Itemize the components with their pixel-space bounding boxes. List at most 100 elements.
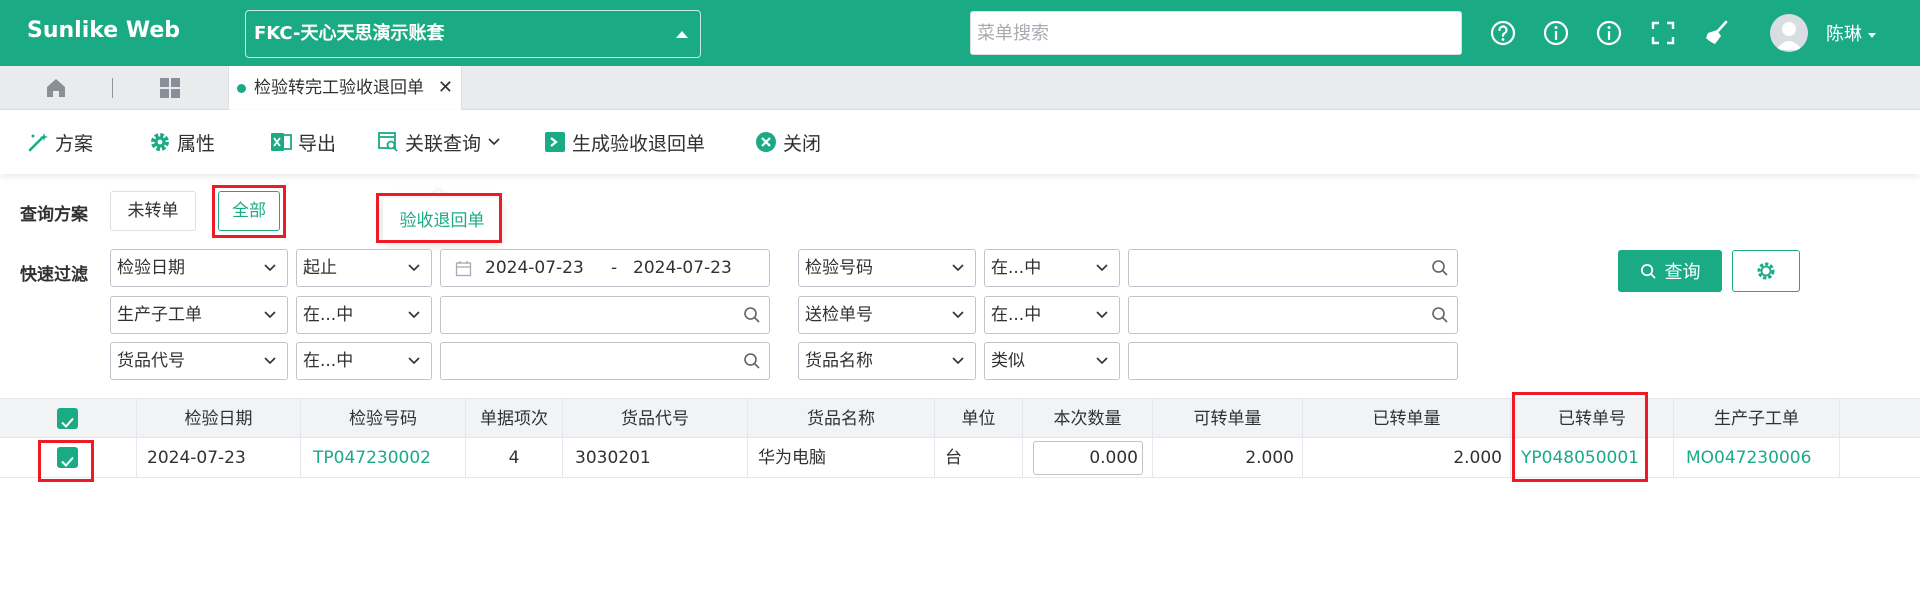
broom-icon[interactable] [1700,16,1734,50]
filter-value-input[interactable] [1128,296,1458,334]
search-icon[interactable] [1431,306,1449,324]
account-select-value: FKC-天心天思演示账套 [254,23,445,44]
column-header[interactable]: 单位 [935,399,1023,437]
window-search-icon [378,132,398,152]
filter-value-input[interactable] [440,342,770,380]
plan-button[interactable]: 方案 [27,129,93,155]
filter-field-select[interactable]: 生产子工单 [110,296,288,334]
magic-wand-icon [28,133,48,152]
column-header[interactable]: 检验日期 [137,399,301,437]
toolbar: 方案 属性 导出 关联查询 生成验收退回单 关闭 [0,110,1920,174]
column-header[interactable]: 检验号码 [301,399,466,437]
help-circle-icon[interactable] [1486,16,1520,50]
column-header[interactable]: 可转单量 [1153,399,1303,437]
related-query-button[interactable]: 关联查询 [377,129,501,155]
filter-field-select[interactable]: 货品名称 [798,342,976,380]
settings-button[interactable] [1732,250,1800,292]
tab-inspection-transfer[interactable]: 检验转完工验收退回单 ✕ [228,66,462,110]
date-separator: - [611,258,618,278]
info-icon-2[interactable] [1592,16,1626,50]
grid-icon[interactable] [158,76,182,100]
user-menu[interactable]: 陈琳 [1826,20,1876,46]
generate-return-button[interactable]: 生成验收退回单 [544,129,705,155]
filter-operator-value: 在...中 [303,305,354,325]
filter-operator-select[interactable]: 起止 [296,249,432,287]
excel-icon [271,133,292,151]
menu-search-input[interactable] [970,11,1462,55]
gear-icon [151,133,169,151]
filter-operator-value: 类似 [991,351,1025,371]
filter-operator-select[interactable]: 在...中 [296,296,432,334]
user-icon [1776,22,1802,50]
home-icon[interactable] [44,76,68,100]
plan-label: 方案 [55,132,94,155]
filter-field-select[interactable]: 检验日期 [110,249,288,287]
tab-bar: 检验转完工验收退回单 ✕ [0,66,1920,110]
search-icon[interactable] [743,306,761,324]
terminal-icon [545,132,565,152]
search-icon[interactable] [743,352,761,370]
filter-field-value: 货品代号 [117,351,185,371]
filter-operator-select[interactable]: 类似 [984,342,1120,380]
fullscreen-icon[interactable] [1646,16,1680,50]
caret-up-icon [676,31,688,38]
close-button[interactable]: 关闭 [755,129,821,155]
date-range-input[interactable]: 2024-07-23 - 2024-07-23 [440,249,770,287]
filter-value-input[interactable] [1128,342,1458,380]
filter-operator-value: 起止 [303,258,337,278]
chevron-down-icon [1096,357,1108,365]
column-header[interactable]: 货品代号 [563,399,748,437]
attributes-button[interactable]: 属性 [149,129,215,155]
close-tab-icon[interactable]: ✕ [438,66,453,110]
cell-inspection-no-link[interactable]: TP047230002 [301,438,466,477]
username-label: 陈琳 [1826,24,1862,45]
chevron-down-icon [952,264,964,272]
chevron-down-icon [1096,311,1108,319]
info-icon[interactable] [1539,16,1573,50]
column-header[interactable]: 本次数量 [1023,399,1153,437]
filter-field-select[interactable]: 货品代号 [110,342,288,380]
select-all-checkbox[interactable] [57,408,78,429]
filter-field-value: 检验号码 [805,258,873,278]
query-button-label: 查询 [1664,262,1701,283]
generate-return-label: 生成验收退回单 [572,132,706,155]
search-icon [1640,263,1656,279]
filter-field-select[interactable]: 送检单号 [798,296,976,334]
filter-operator-value: 在...中 [991,258,1042,278]
query-button[interactable]: 查询 [1618,250,1722,292]
account-select[interactable]: FKC-天心天思演示账套 [245,10,701,58]
chevron-down-icon [952,357,964,365]
export-button[interactable]: 导出 [270,129,336,155]
column-header[interactable]: 货品名称 [748,399,935,437]
chevron-down-icon [264,357,276,365]
filter-field-value: 送检单号 [805,305,873,325]
cell-product-name: 华为电脑 [748,438,935,477]
column-header[interactable]: 已转单量 [1303,399,1511,437]
brand-logo: Sunlike Web [27,18,181,43]
export-label: 导出 [298,132,337,155]
column-header[interactable]: 生产子工单 [1674,399,1840,437]
filter-operator-select[interactable]: 在...中 [296,342,432,380]
highlight-box-popup [376,193,502,243]
active-dot-icon [237,83,246,93]
filter-field-value: 检验日期 [117,258,185,278]
qty-input[interactable]: 0.000 [1033,441,1143,475]
filter-operator-select[interactable]: 在...中 [984,296,1120,334]
filter-operator-select[interactable]: 在...中 [984,249,1120,287]
chevron-down-icon [408,264,420,272]
chevron-down-icon [488,138,500,146]
close-circle-icon [756,132,776,152]
avatar[interactable] [1770,14,1808,52]
cell-work-order-link[interactable]: MO047230006 [1674,438,1840,477]
filter-value-input[interactable] [1128,249,1458,287]
select-all-cell [0,399,137,437]
filter-field-value: 生产子工单 [117,305,202,325]
highlight-box-converted-no [1512,392,1648,482]
cell-date: 2024-07-23 [137,438,301,477]
filter-field-select[interactable]: 检验号码 [798,249,976,287]
plan-untransferred-button[interactable]: 未转单 [110,191,196,231]
column-header[interactable]: 单据项次 [466,399,563,437]
filter-value-input[interactable] [440,296,770,334]
quick-filter-label: 快速过滤 [20,265,88,285]
search-icon[interactable] [1431,259,1449,277]
